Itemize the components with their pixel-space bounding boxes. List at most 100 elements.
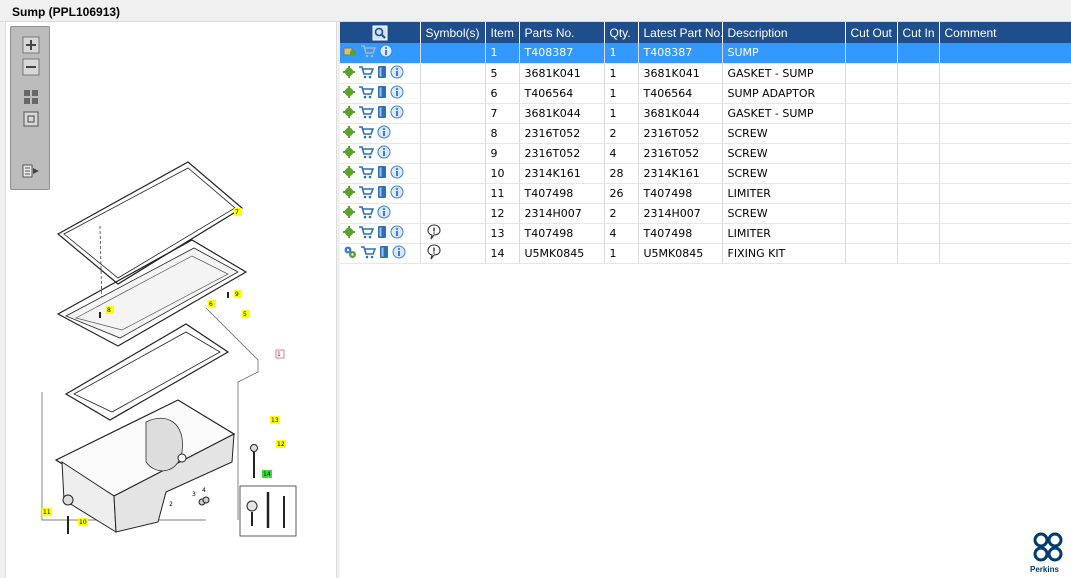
table-row[interactable]: 7 3681K044 1 3681K044 GASKET - SUMP <box>340 103 1071 124</box>
table-row[interactable]: 1 T408387 1 T408387 SUMP <box>340 43 1071 64</box>
callout-7: 7 <box>235 209 239 216</box>
cart-icon[interactable] <box>358 65 375 82</box>
zoom-in-icon[interactable] <box>21 35 41 55</box>
cart-icon[interactable] <box>360 245 377 262</box>
callout-12: 12 <box>277 441 285 448</box>
info-icon[interactable] <box>377 145 391 162</box>
gear-icon[interactable] <box>343 145 355 161</box>
gear-icon[interactable] <box>343 165 355 181</box>
diagram-pane[interactable]: 7 8 9 6 5 1 13 12 14 4 3 2 11 10 <box>6 22 336 578</box>
callout-8: 8 <box>107 307 111 314</box>
info-icon[interactable] <box>377 125 391 142</box>
zoom-out-icon[interactable] <box>21 57 41 77</box>
table-row[interactable]: 13 T407498 4 T407498 LIMITER <box>340 223 1071 244</box>
info-icon[interactable] <box>392 245 406 262</box>
gear-icon[interactable] <box>343 65 355 81</box>
row-actions-cell <box>340 43 421 64</box>
table-row[interactable]: 9 2316T052 4 2316T052 SCREW <box>340 143 1071 164</box>
column-header-actions[interactable] <box>340 22 421 43</box>
gear-icon[interactable] <box>343 105 355 121</box>
search-parts-icon[interactable] <box>372 25 388 41</box>
cart-disabled-icon[interactable] <box>360 44 377 61</box>
latest-part-no-cell: 3681K041 <box>638 63 723 84</box>
fit-window-icon[interactable] <box>21 109 41 129</box>
column-header-symbols[interactable]: Symbol(s) <box>420 22 486 43</box>
info-icon[interactable] <box>390 165 404 182</box>
gear-icon[interactable] <box>343 205 355 221</box>
comment-cell <box>939 223 1071 244</box>
gear-icon[interactable] <box>343 125 355 141</box>
cart-icon[interactable] <box>358 145 375 162</box>
cut-in-cell <box>897 223 940 244</box>
column-header-cut-in[interactable]: Cut In <box>897 22 940 43</box>
table-row[interactable]: 12 2314H007 2 2314H007 SCREW <box>340 203 1071 224</box>
symbol-cell <box>420 183 486 204</box>
callout-5: 5 <box>243 311 247 318</box>
column-header-description[interactable]: Description <box>722 22 846 43</box>
row-actions-cell <box>340 243 421 264</box>
export-icon[interactable] <box>21 161 41 181</box>
table-row[interactable]: 8 2316T052 2 2316T052 SCREW <box>340 123 1071 144</box>
column-header-item[interactable]: Item <box>485 22 520 43</box>
table-row[interactable]: 14 U5MK0845 1 U5MK0845 FIXING KIT <box>340 243 1071 264</box>
cut-in-cell <box>897 203 940 224</box>
fit-all-icon[interactable] <box>21 87 41 107</box>
gear-icon[interactable] <box>343 85 355 101</box>
latest-part-no-cell: T408387 <box>638 43 723 64</box>
info-icon[interactable] <box>390 185 404 202</box>
table-row[interactable]: 5 3681K041 1 3681K041 GASKET - SUMP <box>340 63 1071 84</box>
info-icon[interactable] <box>379 44 393 61</box>
cart-icon[interactable] <box>358 105 375 122</box>
kit-gear-icon[interactable] <box>343 245 357 262</box>
cart-icon[interactable] <box>358 125 375 142</box>
book-icon[interactable] <box>377 85 387 102</box>
part-no-cell: 2316T052 <box>519 123 605 144</box>
gear-icon[interactable] <box>343 185 355 201</box>
book-icon[interactable] <box>377 105 387 122</box>
column-header-cut-out[interactable]: Cut Out <box>845 22 898 43</box>
description-cell: GASKET - SUMP <box>722 63 846 84</box>
comment-cell <box>939 43 1071 64</box>
callout-14: 14 <box>263 471 271 478</box>
cart-icon[interactable] <box>358 225 375 242</box>
table-row[interactable]: 6 T406564 1 T406564 SUMP ADAPTOR <box>340 83 1071 104</box>
column-header-latest-part-no[interactable]: Latest Part No. <box>638 22 724 43</box>
info-icon[interactable] <box>377 205 391 222</box>
column-header-comment[interactable]: Comment <box>939 22 1071 43</box>
cart-icon[interactable] <box>358 185 375 202</box>
cart-icon[interactable] <box>358 205 375 222</box>
cut-in-cell <box>897 43 940 64</box>
description-cell: FIXING KIT <box>722 243 846 264</box>
description-cell: LIMITER <box>722 223 846 244</box>
info-icon[interactable] <box>390 225 404 242</box>
symbol-cell <box>420 163 486 184</box>
qty-cell: 2 <box>604 123 639 144</box>
assembly-icon[interactable] <box>343 44 357 61</box>
exploded-diagram[interactable]: 7 8 9 6 5 1 13 12 14 4 3 2 11 10 <box>6 22 336 578</box>
callout-1: 1 <box>277 351 281 358</box>
row-actions-cell <box>340 83 421 104</box>
item-cell: 1 <box>485 43 520 64</box>
book-icon[interactable] <box>377 65 387 82</box>
info-icon[interactable] <box>390 65 404 82</box>
book-icon[interactable] <box>377 185 387 202</box>
column-header-qty[interactable]: Qty. <box>604 22 639 43</box>
table-row[interactable]: 10 2314K161 28 2314K161 SCREW <box>340 163 1071 184</box>
book-icon[interactable] <box>377 225 387 242</box>
latest-part-no-cell: 2316T052 <box>638 123 723 144</box>
info-icon[interactable] <box>390 85 404 102</box>
callout-11: 11 <box>43 509 51 516</box>
note-icon[interactable] <box>426 243 442 263</box>
cart-icon[interactable] <box>358 85 375 102</box>
cart-icon[interactable] <box>358 165 375 182</box>
part-no-cell: U5MK0845 <box>519 243 605 264</box>
book-icon[interactable] <box>377 165 387 182</box>
table-row[interactable]: 11 T407498 26 T407498 LIMITER <box>340 183 1071 204</box>
book-icon[interactable] <box>379 245 389 262</box>
parts-table: Symbol(s) Item Parts No. Qty. Latest Par… <box>340 22 1071 264</box>
info-icon[interactable] <box>390 105 404 122</box>
qty-cell: 26 <box>604 183 639 204</box>
note-icon[interactable] <box>426 223 442 243</box>
column-header-part-no[interactable]: Parts No. <box>519 22 605 43</box>
gear-icon[interactable] <box>343 225 355 241</box>
